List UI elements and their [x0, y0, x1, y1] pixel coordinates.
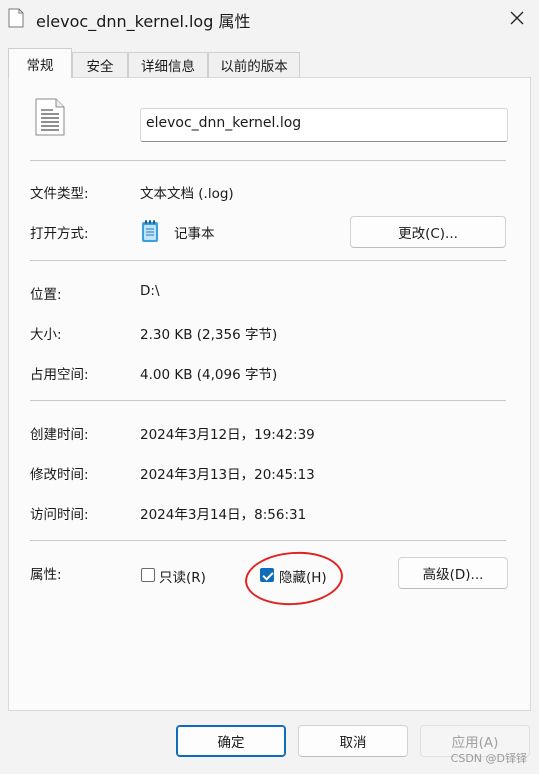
tab-label: 详细信息	[141, 59, 195, 75]
size-label: 大小:	[30, 327, 62, 343]
ok-button[interactable]: 确定	[176, 725, 286, 757]
created-label: 创建时间:	[30, 427, 89, 443]
tab-label: 常规	[26, 57, 54, 74]
change-button[interactable]: 更改(C)...	[350, 216, 506, 248]
tab-general[interactable]: 常规	[8, 48, 72, 78]
file-type-value: 文本文档 (.log)	[140, 186, 234, 202]
cancel-button[interactable]: 取消	[298, 725, 408, 757]
tab-previous-versions[interactable]: 以前的版本	[208, 52, 300, 77]
size-on-disk-label: 占用空间:	[30, 367, 89, 383]
notepad-icon	[142, 220, 158, 242]
file-type-label: 文件类型:	[30, 186, 89, 202]
tab-label: 以前的版本	[220, 59, 288, 75]
file-icon	[8, 8, 24, 28]
general-panel: elevoc_dnn_kernel.log 文件类型: 文本文档 (.log) …	[8, 77, 531, 711]
title-bar: elevoc_dnn_kernel.log 属性	[0, 0, 539, 38]
divider	[30, 160, 506, 161]
size-value: 2.30 KB (2,356 字节)	[140, 327, 278, 343]
modified-label: 修改时间:	[30, 467, 89, 483]
file-name-input[interactable]: elevoc_dnn_kernel.log	[140, 108, 508, 142]
modified-value: 2024年3月13日，20:45:13	[140, 467, 315, 483]
watermark: CSDN @D铎铎	[450, 752, 527, 765]
location-value: D:\	[140, 283, 160, 299]
size-on-disk-value: 4.00 KB (4,096 字节)	[140, 367, 278, 383]
text-file-icon	[35, 98, 65, 136]
advanced-button[interactable]: 高级(D)...	[398, 557, 508, 589]
divider	[30, 260, 506, 261]
tab-security[interactable]: 安全	[72, 52, 128, 77]
close-button[interactable]	[505, 6, 529, 30]
hidden-label[interactable]: 隐藏(H)	[279, 566, 327, 586]
readonly-label[interactable]: 只读(R)	[159, 566, 206, 586]
readonly-checkbox[interactable]	[141, 568, 155, 582]
attributes-label: 属性:	[30, 567, 62, 583]
location-label: 位置:	[30, 287, 62, 303]
tab-label: 安全	[86, 59, 114, 75]
created-value: 2024年3月12日，19:42:39	[140, 427, 315, 443]
divider	[30, 540, 506, 541]
tab-details[interactable]: 详细信息	[128, 52, 208, 77]
accessed-value: 2024年3月14日，8:56:31	[140, 507, 307, 523]
accessed-label: 访问时间:	[30, 507, 89, 523]
divider	[30, 400, 506, 401]
opens-with-value: 记事本	[174, 226, 215, 242]
hidden-checkbox[interactable]	[260, 568, 274, 582]
close-icon	[510, 11, 524, 25]
opens-with-label: 打开方式:	[30, 226, 89, 242]
window-title: elevoc_dnn_kernel.log 属性	[36, 12, 251, 31]
